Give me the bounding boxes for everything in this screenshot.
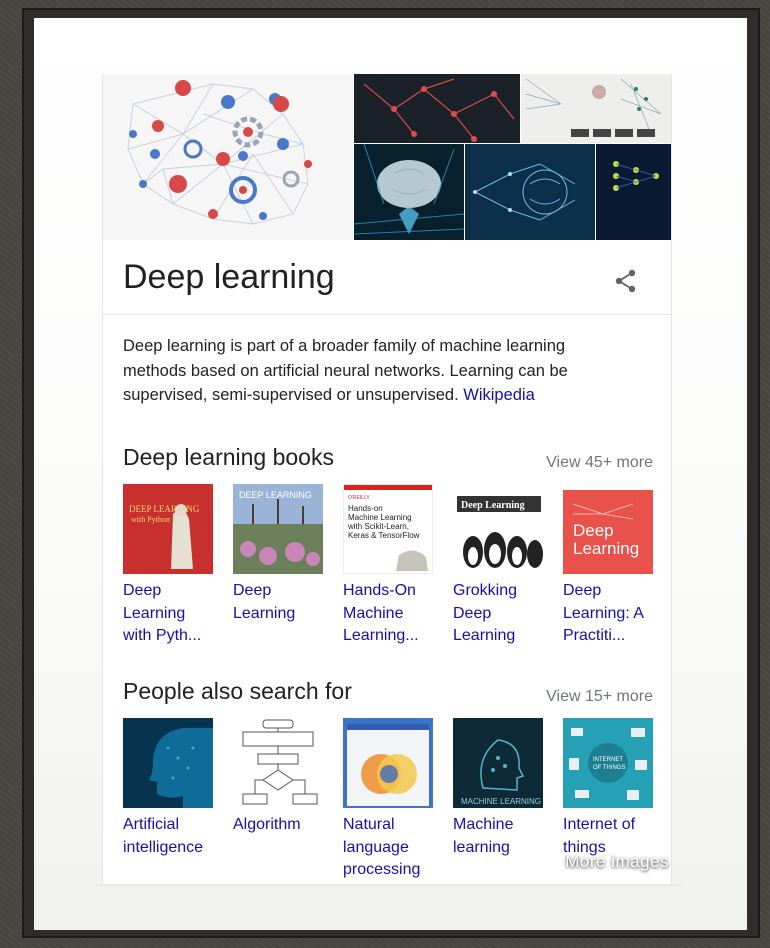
svg-text:with Python: with Python [131, 515, 170, 524]
svg-text:Hands-on: Hands-on [348, 504, 383, 513]
network-diagram-image[interactable] [521, 74, 671, 143]
book-label: Hands-On Machine Learning... [343, 582, 419, 644]
svg-text:Machine Learning: Machine Learning [348, 513, 412, 522]
book-cover-image: DEEP LEARNING with Python [123, 484, 213, 574]
neural-graph-image[interactable] [354, 74, 520, 143]
related-card-internet-of-things[interactable]: INTERNET OF THINGS Internet of things [563, 718, 655, 859]
related-card-artificial-intelligence[interactable]: Artificial intelligence [123, 718, 215, 859]
related-label: Internet of things [563, 816, 636, 856]
share-icon[interactable] [611, 266, 641, 296]
page-title: Deep learning [123, 258, 335, 296]
ai-face-image [123, 718, 213, 808]
layer-chart-image[interactable] [596, 144, 671, 240]
flowchart-image [233, 718, 323, 808]
svg-text:DEEP LEARNING: DEEP LEARNING [239, 490, 312, 500]
related-card-natural-language-processing[interactable]: Natural language processing [343, 718, 435, 882]
book-label: Deep Learning with Pyth... [123, 582, 202, 644]
book-card-hands-on-ml[interactable]: O'REILLY Hands-on Machine Learning with … [343, 484, 435, 648]
related-label: Machine learning [453, 816, 514, 856]
people-also-search-view-more-link[interactable]: View 15+ more [546, 688, 653, 706]
related-card-machine-learning[interactable]: MACHINE LEARNING Machine learning [453, 718, 545, 859]
books-section-title: Deep learning books [123, 444, 334, 470]
book-cover-image: Deep Learning [453, 484, 543, 574]
svg-text:INTERNET: INTERNET [593, 757, 623, 763]
svg-text:MACHINE LEARNING: MACHINE LEARNING [461, 797, 541, 806]
title-divider [103, 314, 671, 315]
panel-bottom-edge [95, 884, 683, 886]
book-card-deep-learning-with-python[interactable]: DEEP LEARNING with Python Deep Learning … [123, 484, 215, 648]
svg-text:OF THINGS: OF THINGS [593, 765, 626, 771]
brain-network-image[interactable] [103, 74, 353, 240]
svg-text:Learning: Learning [573, 539, 639, 558]
book-label: Deep Learning [233, 582, 296, 622]
knowledge-panel: More images Deep learning Deep learning … [102, 74, 672, 884]
svg-text:Keras & TensorFlow: Keras & TensorFlow [348, 531, 420, 540]
book-label: Deep Learning: A Practiti... [563, 582, 644, 644]
venn-diagram-image [343, 718, 433, 808]
book-label: Grokking Deep Learning [453, 582, 518, 644]
ml-head-image: MACHINE LEARNING [453, 718, 543, 808]
svg-text:DEEP LEARNING: DEEP LEARNING [129, 504, 200, 514]
books-view-more-link[interactable]: View 45+ more [546, 454, 653, 472]
related-label: Natural language processing [343, 816, 421, 878]
book-card-grokking-deep-learning[interactable]: Deep Learning Grokking Deep Learning [453, 484, 545, 648]
svg-text:Deep: Deep [573, 521, 614, 540]
book-cover-image: DEEP LEARNING [233, 484, 323, 574]
related-card-algorithm[interactable]: Algorithm [233, 718, 325, 837]
book-cover-image: O'REILLY Hands-on Machine Learning with … [343, 484, 433, 574]
description: Deep learning is part of a broader famil… [123, 334, 623, 408]
book-cover-image: Deep Learning [563, 484, 653, 574]
digital-brain-image[interactable] [354, 144, 464, 240]
svg-text:O'REILLY: O'REILLY [348, 495, 370, 501]
svg-text:with Scikit-Learn,: with Scikit-Learn, [347, 522, 409, 531]
book-card-deep-learning[interactable]: DEEP LEARNING Deep Learning [233, 484, 325, 625]
related-label: Artificial intelligence [123, 816, 204, 856]
book-card-deep-learning-practitioner[interactable]: Deep Learning Deep Learning: A Practiti.… [563, 484, 655, 648]
wikipedia-link[interactable]: Wikipedia [463, 386, 535, 404]
iot-devices-image: INTERNET OF THINGS [563, 718, 653, 808]
people-also-search-title: People also search for [123, 678, 352, 704]
related-label: Algorithm [233, 816, 301, 833]
svg-text:Deep Learning: Deep Learning [461, 500, 525, 511]
ai-head-image[interactable] [465, 144, 595, 240]
